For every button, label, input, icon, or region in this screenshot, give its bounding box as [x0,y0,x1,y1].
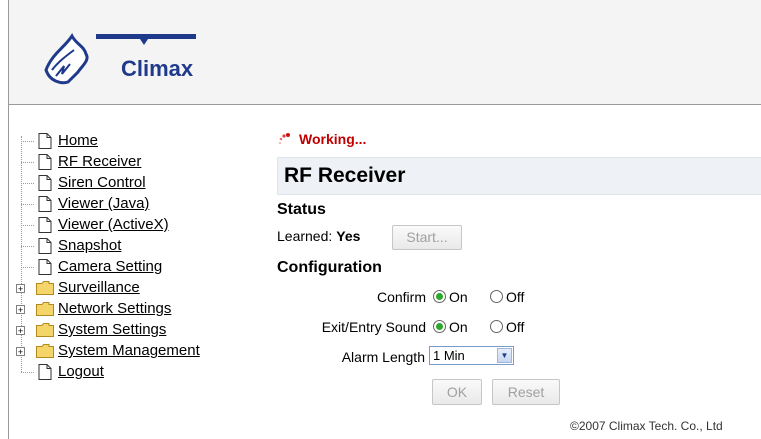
alarm-length-value: 1 Min [433,348,465,363]
confirm-label: Confirm [376,289,426,305]
exit-entry-sound-label: Exit/Entry Sound [321,319,426,335]
status-heading: Status [277,201,326,218]
tree-guide-line [21,136,22,372]
nav-label[interactable]: System Settings [58,321,166,338]
learned-value: Yes [336,228,361,244]
nav-label[interactable]: Siren Control [58,174,146,191]
expand-plus-icon[interactable]: + [16,284,25,294]
folder-icon [36,344,54,358]
exit-entry-off-label: Off [506,319,525,335]
learned-label: Learned: [277,228,333,244]
folder-icon [36,302,54,316]
folder-icon [36,323,54,337]
nav-label[interactable]: Logout [58,363,104,380]
configuration-heading: Configuration [277,259,382,276]
document-icon [38,217,52,233]
ok-button[interactable]: OK [432,379,482,405]
confirm-on-radio[interactable] [433,290,446,303]
exit-entry-on-radio[interactable] [433,320,446,333]
exit-entry-on-label: On [449,319,468,335]
document-icon [38,259,52,275]
confirm-on-label: On [449,289,468,305]
alarm-length-label: Alarm Length [341,349,425,365]
page-title-bar: RF Receiver [277,157,761,195]
expand-plus-icon[interactable]: + [16,326,25,336]
document-icon [38,175,52,191]
reset-button[interactable]: Reset [492,379,560,405]
confirm-off-radio[interactable] [490,290,503,303]
expand-plus-icon[interactable]: + [16,347,25,357]
expand-plus-icon[interactable]: + [16,305,25,315]
folder-icon [36,281,54,295]
nav-label[interactable]: Camera Setting [58,258,162,275]
nav-label[interactable]: Network Settings [58,300,171,317]
climax-logo: Climax [38,26,208,96]
nav-label[interactable]: Viewer (ActiveX) [58,216,169,233]
working-indicator: Working... [277,131,366,147]
document-icon [38,238,52,254]
nav-label[interactable]: Viewer (Java) [58,195,149,212]
document-icon [38,154,52,170]
nav-label[interactable]: Surveillance [58,279,140,296]
document-icon [38,196,52,212]
alarm-length-select[interactable]: 1 Min ▼ [429,346,514,365]
page-title: RF Receiver [284,164,406,187]
working-text: Working... [299,131,367,147]
confirm-off-label: Off [506,289,525,305]
document-icon [38,364,52,380]
spinner-icon [279,133,290,144]
nav-label[interactable]: System Management [58,342,200,359]
nav-label[interactable]: Home [58,132,98,149]
header-divider [9,104,761,105]
nav-label[interactable]: RF Receiver [58,153,141,170]
exit-entry-off-radio[interactable] [490,320,503,333]
learned-row: Learned: Yes [277,228,360,244]
chevron-down-icon[interactable]: ▼ [497,348,512,363]
nav-label[interactable]: Snapshot [58,237,121,254]
start-button[interactable]: Start... [392,225,462,250]
copyright-footer: ©2007 Climax Tech. Co., Ltd [570,419,723,433]
logo-text: Climax [121,56,194,81]
document-icon [38,133,52,149]
